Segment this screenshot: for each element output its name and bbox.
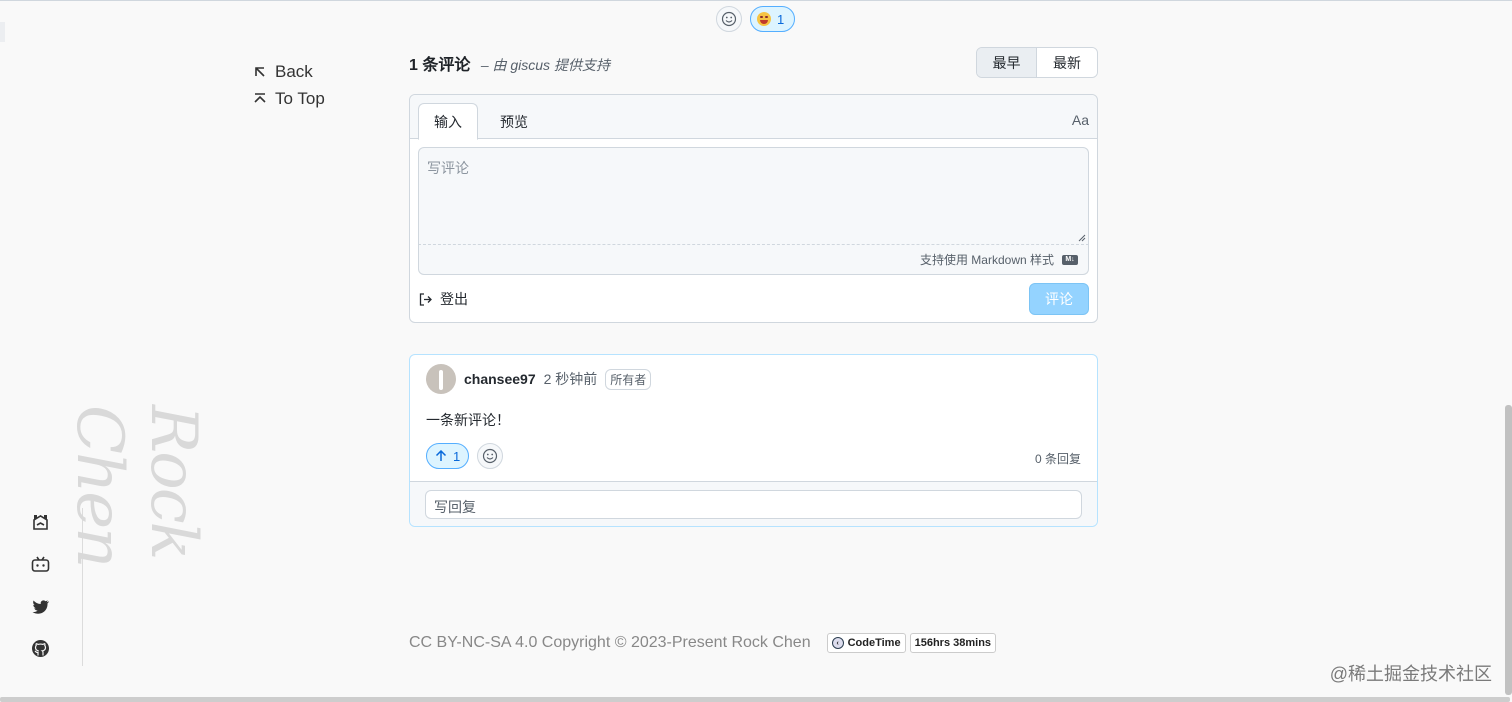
comment-actions: 1 (426, 443, 504, 469)
social-links (30, 512, 51, 659)
codetime-name: CodeTime (847, 637, 901, 649)
top-border (0, 0, 1512, 1)
sort-newest-button[interactable]: 最新 (1037, 48, 1097, 77)
arrow-up-icon (435, 450, 447, 461)
reply-count: 0 条回复 (1034, 452, 1081, 466)
codetime-badge-label: ‹ CodeTime (826, 633, 906, 653)
comment-item: chansee97 2 秒钟前 所有者 一条新评论！ 1 0 条回复 写回复 (409, 354, 1098, 527)
resize-handle-icon[interactable] (1078, 234, 1086, 242)
smiley-icon (483, 448, 498, 464)
comment-header: chansee97 2 秒钟前 所有者 (426, 364, 652, 394)
arrow-to-top-icon (254, 92, 266, 103)
font-size-toggle[interactable]: Aa (1072, 112, 1089, 128)
submit-comment-button[interactable]: 评论 (1029, 283, 1089, 315)
to-top-label: To Top (275, 88, 325, 108)
upvote-count: 1 (453, 448, 461, 464)
back-link[interactable]: Back (253, 58, 325, 85)
reaction-count: 1 (777, 11, 785, 27)
laugh-reaction-button[interactable]: 1 (750, 6, 796, 32)
left-edge-marker (0, 22, 5, 42)
sort-oldest-button[interactable]: 最早 (977, 48, 1037, 77)
comment-count-wrap: 1 条评论 – 由 giscus 提供支持 (409, 51, 610, 75)
comment-author[interactable]: chansee97 (464, 371, 536, 387)
platform-watermark: @稀土掘金技术社区 (1329, 664, 1492, 684)
comment-add-reaction-button[interactable] (477, 443, 504, 469)
owner-badge: 所有者 (605, 368, 652, 390)
page-reactions: 1 (716, 6, 796, 32)
laugh-emoji-icon (757, 12, 771, 26)
license-text[interactable]: CC BY-NC-SA 4.0 Copyright © 2023-Present… (409, 634, 811, 652)
site-footer: CC BY-NC-SA 4.0 Copyright © 2023-Present… (409, 633, 997, 653)
codetime-badge[interactable]: ‹ CodeTime 156hrs 38mins (826, 633, 997, 653)
powered-by-giscus[interactable]: – 由 giscus 提供支持 (481, 57, 610, 73)
signout-label: 登出 (440, 291, 468, 307)
tab-write[interactable]: 输入 (418, 103, 478, 140)
comment-count: 1 条评论 (409, 56, 471, 74)
markdown-icon: M↓ (1062, 254, 1078, 265)
horizontal-scrollbar[interactable] (0, 697, 1510, 702)
reply-bar: 写回复 (410, 481, 1097, 526)
bilibili-icon[interactable] (30, 554, 51, 575)
signout-button[interactable]: 登出 (418, 289, 468, 309)
textarea-placeholder: 写评论 (427, 160, 469, 176)
composer-tabs: 输入 预览 Aa (410, 95, 1097, 140)
codetime-value: 156hrs 38mins (909, 633, 997, 653)
post-nav: Back To Top (253, 58, 325, 112)
sign-out-icon (419, 292, 432, 306)
vertical-scrollbar[interactable] (1505, 405, 1512, 695)
sort-toggle: 最早 最新 (976, 47, 1098, 78)
comment-body: 一条新评论！ (426, 412, 510, 428)
reply-input[interactable]: 写回复 (425, 490, 1082, 519)
back-label: Back (275, 61, 313, 81)
markdown-hint-bar: 支持使用 Markdown 样式 M↓ (418, 245, 1089, 275)
markdown-hint[interactable]: 支持使用 Markdown 样式 (920, 251, 1054, 268)
comments-header: 1 条评论 – 由 giscus 提供支持 最早 最新 (409, 47, 1098, 78)
upvote-button[interactable]: 1 (426, 443, 470, 469)
to-top-link[interactable]: To Top (253, 85, 325, 112)
add-reaction-button[interactable] (716, 6, 742, 32)
comment-time[interactable]: 2 秒钟前 (544, 369, 598, 389)
smiley-icon (721, 11, 737, 27)
avatar[interactable] (426, 364, 456, 394)
github-icon[interactable] (30, 638, 51, 659)
signature-watermark: Rock Chen (62, 405, 210, 567)
comment-composer: 输入 预览 Aa 写评论 支持使用 Markdown 样式 M↓ 登出 评论 (409, 94, 1098, 323)
comment-textarea[interactable]: 写评论 (418, 147, 1089, 245)
arrow-up-left-icon (255, 66, 265, 77)
juejin-icon[interactable] (30, 512, 51, 533)
codetime-logo-icon: ‹ (831, 637, 844, 649)
tab-preview[interactable]: 预览 (485, 103, 543, 140)
twitter-icon[interactable] (30, 596, 51, 617)
